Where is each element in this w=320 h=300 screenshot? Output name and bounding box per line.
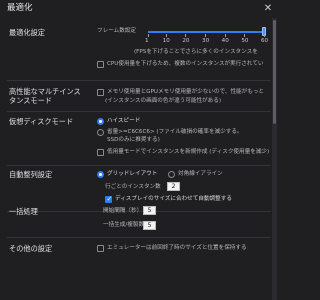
scrollbar-thumb[interactable]	[273, 20, 276, 124]
batch-count-input[interactable]: 5	[143, 221, 156, 230]
divider	[7, 111, 271, 112]
multi-instance-label-line2: タンスモード	[9, 96, 52, 105]
title-bar	[0, 0, 278, 18]
multi-instance-desc-line1: メモリ使用量とGPUメモリ使用量が少ないので、性能がもっと	[107, 89, 265, 95]
keep-window-label: エミュレーターは前回終了時のサイズと位置を保持する	[107, 245, 247, 251]
slider-tick-label: 10	[162, 38, 170, 44]
start-interval-label: 開始間隔（秒）	[103, 208, 143, 214]
slider-tick-label: 40	[221, 38, 229, 44]
slider-tick	[224, 34, 226, 37]
grid-layout-radio[interactable]	[97, 171, 104, 178]
virtual-disk-label: 仮想ディスクモード	[9, 117, 74, 126]
fps-hint-text: (FPSを下げることでさらに多くのインスタンスを	[134, 49, 258, 55]
low-usage-checkbox[interactable]	[97, 149, 104, 156]
save-mode-label-line2: SSDのみに推奨する)	[107, 137, 160, 143]
cpu-reduce-checkbox[interactable]	[97, 61, 104, 68]
other-settings-label: その他の設定	[9, 244, 53, 253]
divider	[7, 80, 271, 81]
window-title: 最適化	[7, 3, 33, 13]
slider-tick-label: 1	[145, 38, 149, 44]
start-interval-input[interactable]: 5	[143, 206, 156, 215]
keep-window-checkbox[interactable]	[97, 245, 104, 252]
slider-tick	[264, 34, 265, 37]
low-usage-label: 低用量モードでインスタンスを新規作成 (ディスク使用量を減少)	[107, 149, 270, 155]
display-fit-label: ディスプレイのサイズに合わせて自動調整する	[115, 196, 232, 202]
per-row-input[interactable]: 2	[167, 182, 180, 191]
batch-label: 一括処理	[9, 207, 38, 216]
display-fit-checkbox[interactable]	[105, 195, 112, 203]
high-speed-radio[interactable]	[97, 118, 104, 125]
slider-tick	[185, 34, 187, 37]
slider-tick	[165, 34, 167, 37]
slider-tick	[244, 34, 246, 37]
slider-tick-label: 60	[261, 38, 269, 44]
slider-tick	[205, 34, 207, 37]
diagonal-align-radio[interactable]	[168, 171, 175, 178]
slider-tick	[148, 34, 149, 37]
save-mode-radio[interactable]	[97, 129, 104, 136]
diagonal-align-label: 対角線イアライン	[178, 171, 223, 177]
slider-tick-label: 50	[241, 38, 249, 44]
slider-tick-label: 30	[202, 38, 210, 44]
high-speed-label: ハイスピード	[107, 118, 141, 124]
frame-rate-slider[interactable]: 1 10 20 30 40 50 60	[134, 25, 268, 49]
divider	[7, 237, 271, 238]
multi-instance-desc-line2: (インスタンスの画面の色が違う可能性がある)	[105, 98, 222, 104]
slider-tick-label: 20	[182, 38, 190, 44]
save-mode-label-line1: 省量>=C6C6C6> (ファイル破損の確率を減少する。	[107, 129, 243, 135]
batch-count-label: 一括生成/複製数	[103, 222, 145, 228]
optimization-section-label: 最適化設定	[9, 28, 45, 37]
slider-fill	[148, 31, 264, 33]
close-icon[interactable]: ✕	[262, 3, 274, 15]
divider	[7, 165, 271, 166]
auto-arrange-label: 自動整列設定	[9, 170, 53, 179]
per-row-label: 行ごとのインスタン数	[105, 184, 161, 190]
frame-rate-label: フレーム数設定	[97, 28, 136, 34]
grid-layout-label: グリッドレイアウト	[107, 171, 158, 177]
cpu-reduce-label: CPU使用量を下げるため、複数のインスタンスが実行されてい	[107, 61, 264, 67]
multi-instance-checkbox[interactable]	[97, 89, 104, 96]
